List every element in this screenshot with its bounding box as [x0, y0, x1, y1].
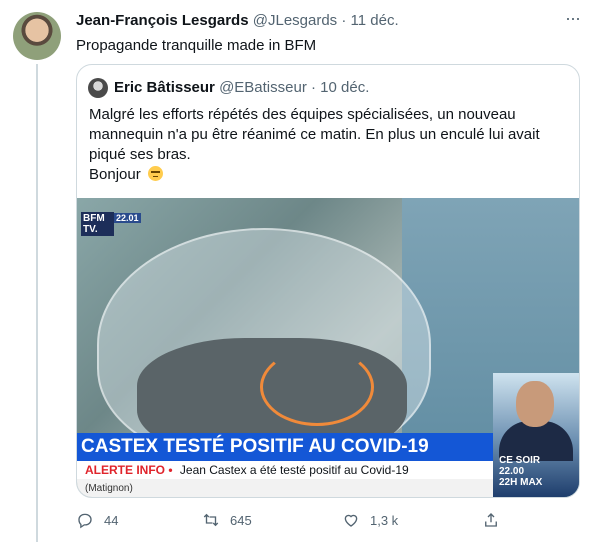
alert-bullet: • [168, 463, 173, 477]
quoted-media-image[interactable]: BFM TV. 22.01 CE SOIR 22.00 22H MAX CAST… [77, 198, 579, 497]
alert-label: ALERTE INFO [85, 463, 165, 477]
quoted-text-line: piqué ses bras. [89, 146, 191, 163]
retweet-icon [203, 513, 219, 527]
share-button[interactable] [482, 508, 500, 532]
quoted-greeting: Bonjour [89, 166, 141, 183]
share-icon [485, 513, 497, 527]
date-separator: · [341, 12, 347, 29]
quoted-text-line: mannequin n'a pu être réanimé ce matin. … [89, 126, 540, 143]
more-options-icon[interactable]: ··· [565, 8, 581, 29]
tweet-date[interactable]: 11 déc. [351, 12, 399, 29]
author-name[interactable]: Jean-François Lesgards [76, 12, 249, 29]
alert-line: ALERTE INFO • Jean Castex a été testé po… [77, 461, 493, 479]
reply-button[interactable]: 44 [76, 508, 118, 532]
quoted-date-separator: · [311, 79, 316, 96]
thread-line [36, 64, 38, 542]
tweet-text: Propagande tranquille made in BFM [76, 37, 317, 54]
broadcast-clock: 22.01 [114, 213, 141, 223]
quoted-author-name: Eric Bâtisseur [114, 79, 215, 96]
unamused-face-icon [147, 166, 163, 181]
reply-count: 44 [104, 512, 119, 528]
quoted-tweet[interactable]: Eric Bâtisseur @EBatisseur · 10 déc. Mal… [76, 64, 580, 498]
quoted-text-line: Malgré les efforts répétés des équipes s… [89, 106, 516, 123]
retweet-button[interactable]: 645 [202, 508, 252, 532]
presenter-head [516, 381, 554, 427]
retweet-count: 645 [230, 512, 252, 528]
orange-highlight-circle [260, 348, 374, 426]
like-count: 1,3 k [370, 512, 399, 528]
quoted-author-handle: @EBatisseur [219, 79, 307, 96]
author-avatar[interactable] [13, 12, 61, 60]
heart-icon [344, 514, 358, 527]
quoted-tweet-text: Malgré les efforts répétés des équipes s… [89, 105, 559, 185]
tweet-header: Jean-François Lesgards @JLesgards · 11 d… [76, 12, 399, 29]
bfmtv-logo: BFM TV. [81, 212, 114, 236]
tweet-actions: 44 645 1,3 k [76, 508, 516, 532]
quoted-author-avatar [88, 78, 108, 98]
like-button[interactable]: 1,3 k [342, 508, 398, 532]
news-headline: CASTEX TESTÉ POSITIF AU COVID-19 [77, 433, 493, 461]
logo-line: TV. [83, 224, 98, 235]
reply-icon [78, 513, 92, 529]
author-handle[interactable]: @JLesgards [253, 12, 337, 29]
quoted-tweet-header: Eric Bâtisseur @EBatisseur · 10 déc. [114, 79, 369, 96]
alert-text: Jean Castex a été testé positif au Covid… [179, 463, 409, 477]
news-banner: CASTEX TESTÉ POSITIF AU COVID-19 ALERTE … [77, 433, 579, 497]
logo-line: BFM [83, 213, 105, 224]
quoted-greeting-line: Bonjour [89, 165, 559, 185]
quoted-tweet-date: 10 déc. [320, 79, 370, 96]
alert-location: (Matignon) [77, 479, 493, 497]
